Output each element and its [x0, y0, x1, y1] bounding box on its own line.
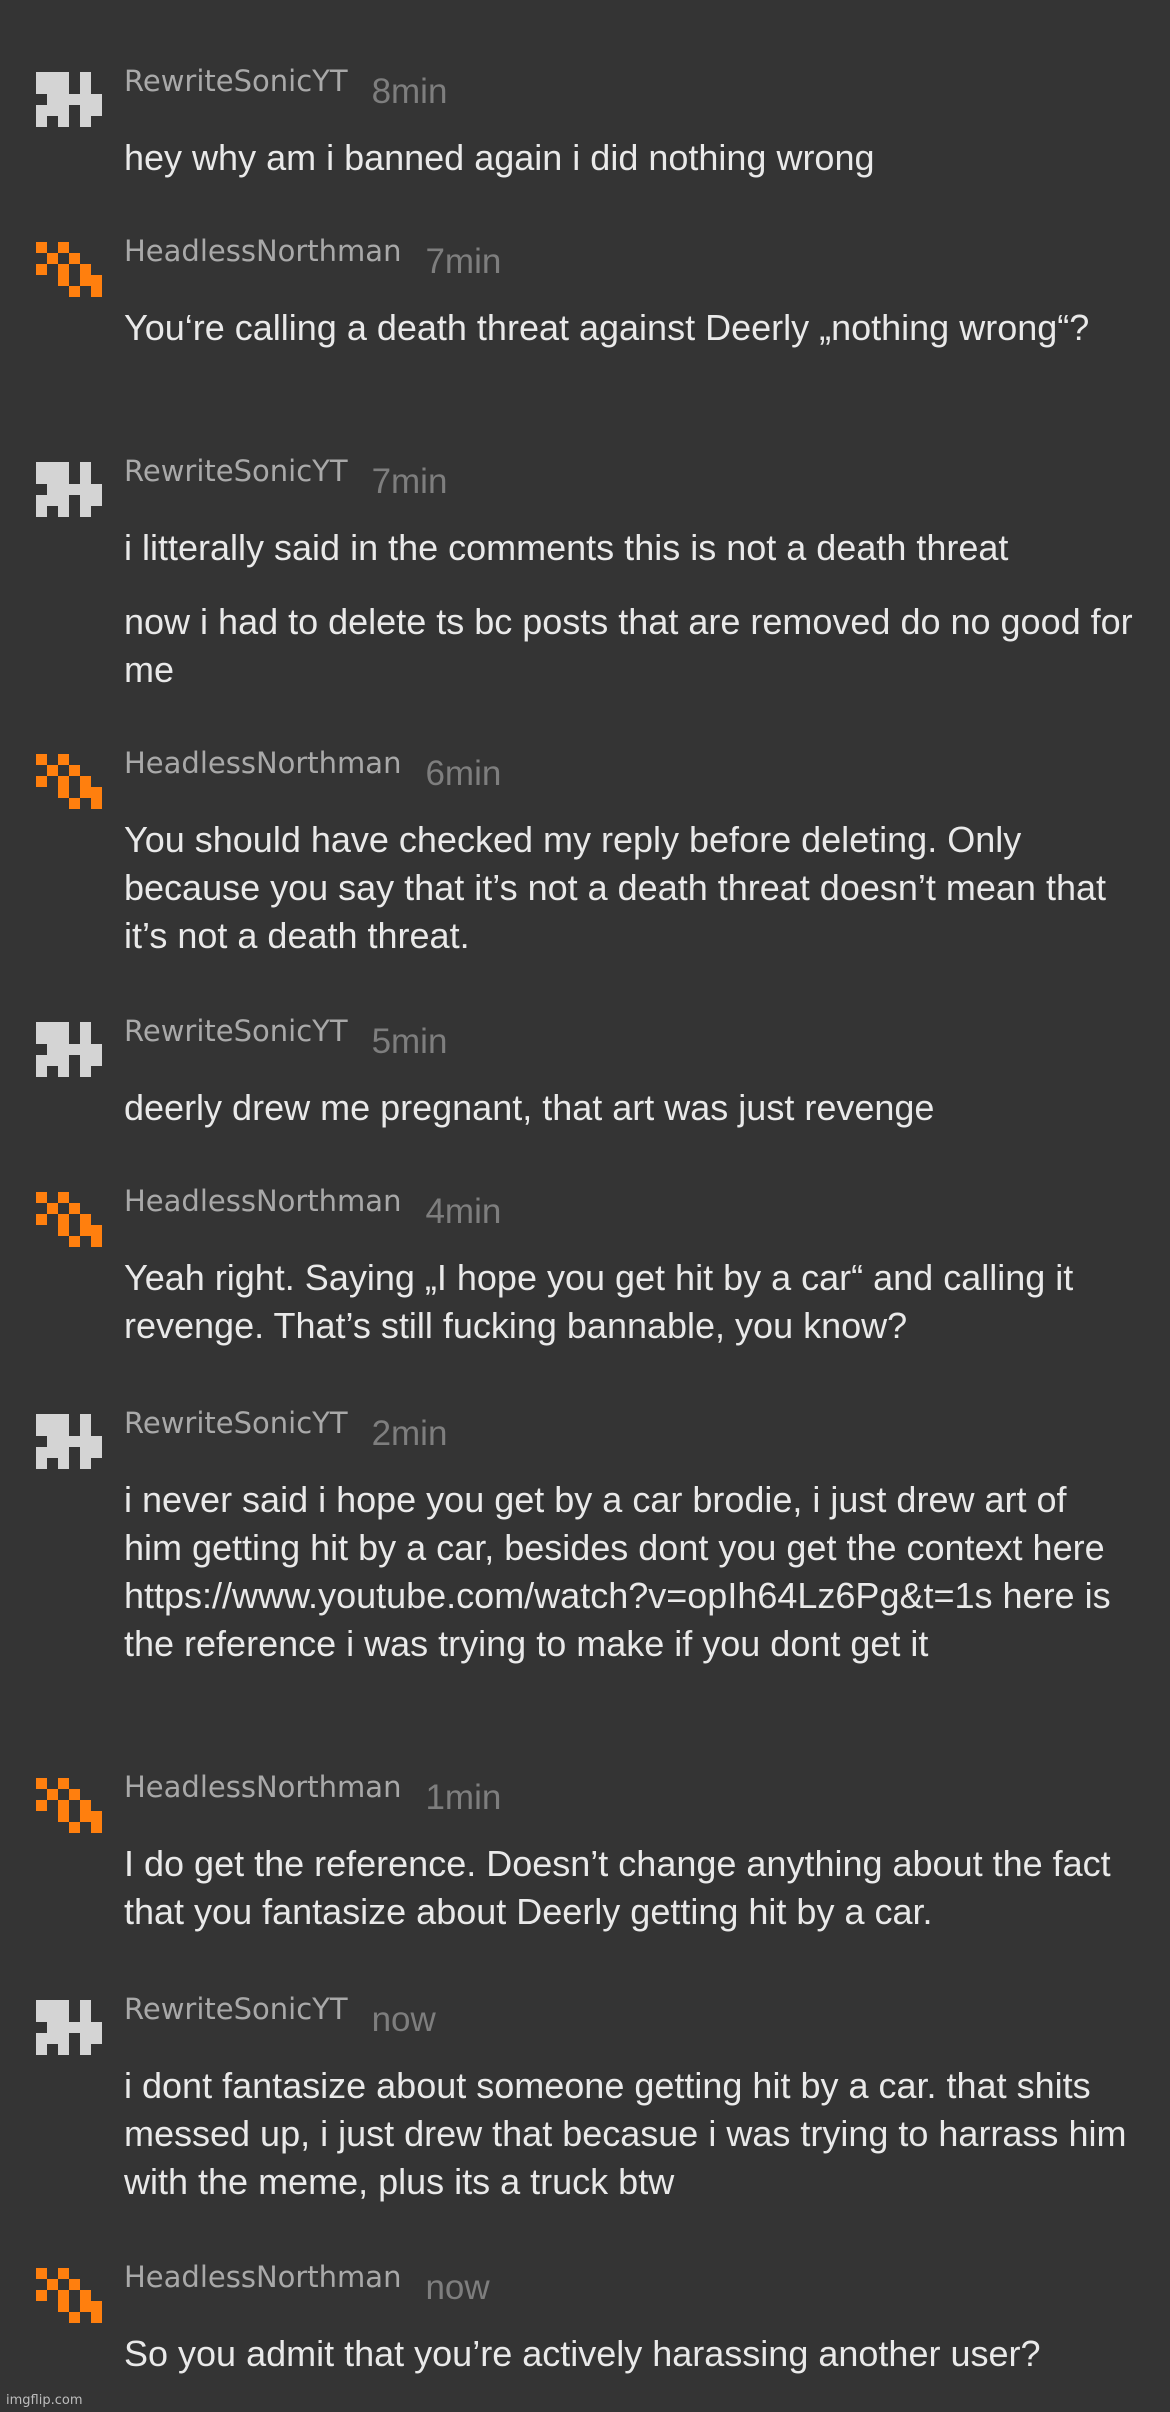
gray-pixel-avatar-icon[interactable]: [36, 2000, 102, 2060]
username-link[interactable]: RewriteSonicYT: [124, 1992, 348, 2026]
username-link[interactable]: HeadlessNorthman: [124, 1184, 401, 1218]
orange-pixel-avatar-icon[interactable]: [36, 242, 102, 302]
timestamp: now: [425, 2268, 490, 2307]
comment-text: hey why am i banned again i did nothing …: [124, 137, 875, 178]
watermark: imgflip.com: [6, 2393, 83, 2408]
comment-header: RewriteSonicYT 2min: [124, 1406, 447, 1453]
timestamp: 7min: [425, 242, 502, 281]
timestamp: 6min: [425, 754, 502, 793]
comment-text: You‘re calling a death threat against De…: [124, 307, 1090, 348]
comment-header: RewriteSonicYT 7min: [124, 454, 447, 501]
comment-body: I do get the reference. Doesn’t change a…: [124, 1840, 1134, 1962]
username-link[interactable]: HeadlessNorthman: [124, 2260, 401, 2294]
username-link[interactable]: HeadlessNorthman: [124, 1770, 401, 1804]
comment-body: You should have checked my reply before …: [124, 816, 1134, 986]
comment-text: i litterally said in the comments this i…: [124, 527, 1009, 568]
username-link[interactable]: HeadlessNorthman: [124, 234, 401, 268]
comment-text: I do get the reference. Doesn’t change a…: [124, 1843, 1111, 1932]
comment-header: HeadlessNorthman 1min: [124, 1770, 501, 1817]
timestamp: 2min: [371, 1414, 448, 1453]
timestamp: now: [371, 2000, 436, 2039]
comment-text: Yeah right. Saying „I hope you get hit b…: [124, 1257, 1074, 1346]
comment-header: HeadlessNorthman 6min: [124, 746, 501, 793]
gray-pixel-avatar-icon[interactable]: [36, 1414, 102, 1474]
comment-body: Yeah right. Saying „I hope you get hit b…: [124, 1254, 1134, 1376]
timestamp: 8min: [371, 72, 448, 111]
orange-pixel-avatar-icon[interactable]: [36, 1192, 102, 1252]
comment-body: deerly drew me pregnant, that art was ju…: [124, 1084, 1134, 1158]
orange-pixel-avatar-icon[interactable]: [36, 754, 102, 814]
gray-pixel-avatar-icon[interactable]: [36, 72, 102, 132]
comment-header: RewriteSonicYT 8min: [124, 64, 447, 111]
gray-pixel-avatar-icon[interactable]: [36, 1022, 102, 1082]
comment-body: i dont fantasize about someone getting h…: [124, 2062, 1134, 2232]
comment-body: So you admit that you’re actively harass…: [124, 2330, 1134, 2404]
gray-pixel-avatar-icon[interactable]: [36, 462, 102, 522]
comment-header: HeadlessNorthman 7min: [124, 234, 501, 281]
comment-header: HeadlessNorthman now: [124, 2260, 490, 2307]
username-link[interactable]: RewriteSonicYT: [124, 64, 348, 98]
orange-pixel-avatar-icon[interactable]: [36, 1778, 102, 1838]
username-link[interactable]: RewriteSonicYT: [124, 1014, 348, 1048]
username-link[interactable]: HeadlessNorthman: [124, 746, 401, 780]
comment-body: hey why am i banned again i did nothing …: [124, 134, 1134, 208]
comment-body: i litterally said in the comments this i…: [124, 524, 1134, 720]
comment-text: So you admit that you’re actively harass…: [124, 2333, 1041, 2374]
comment-header: RewriteSonicYT 5min: [124, 1014, 447, 1061]
comment-text: You should have checked my reply before …: [124, 819, 1106, 956]
comment-text: i dont fantasize about someone getting h…: [124, 2065, 1127, 2202]
timestamp: 7min: [371, 462, 448, 501]
timestamp: 4min: [425, 1192, 502, 1231]
comment-header: HeadlessNorthman 4min: [124, 1184, 501, 1231]
comment-text: now i had to delete ts bc posts that are…: [124, 601, 1133, 690]
comment-header: RewriteSonicYT now: [124, 1992, 436, 2039]
comment-text: deerly drew me pregnant, that art was ju…: [124, 1087, 935, 1128]
comment-body: You‘re calling a death threat against De…: [124, 304, 1134, 378]
comment-text: i never said i hope you get by a car bro…: [124, 1479, 1111, 1664]
username-link[interactable]: RewriteSonicYT: [124, 1406, 348, 1440]
comment-body: i never said i hope you get by a car bro…: [124, 1476, 1134, 1694]
timestamp: 5min: [371, 1022, 448, 1061]
orange-pixel-avatar-icon[interactable]: [36, 2268, 102, 2328]
username-link[interactable]: RewriteSonicYT: [124, 454, 348, 488]
timestamp: 1min: [425, 1778, 502, 1817]
